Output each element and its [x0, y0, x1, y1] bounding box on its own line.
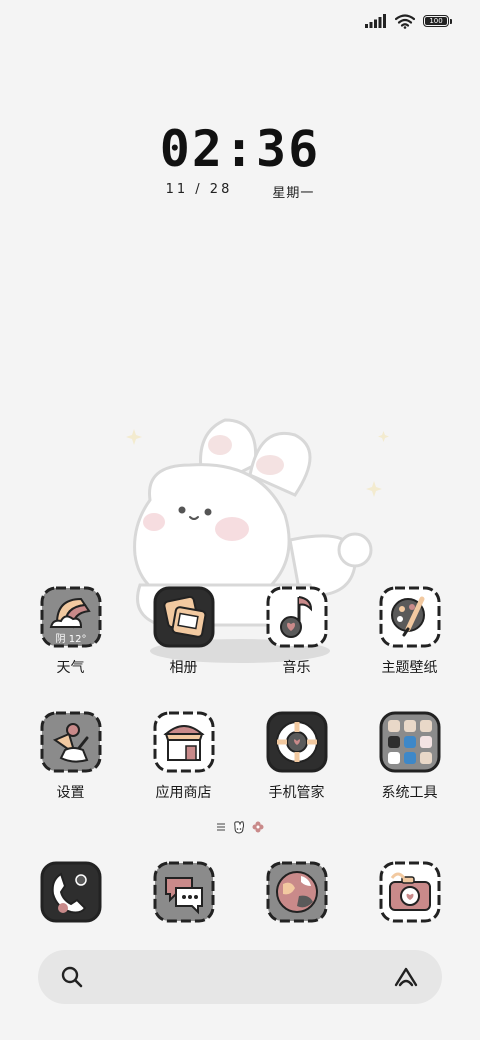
clock-time: 02:36: [159, 120, 321, 178]
app-label: 应用商店: [155, 785, 212, 801]
weather-icon: 阴 12°: [40, 586, 101, 648]
app-weather[interactable]: 阴 12° 天气: [21, 585, 121, 677]
security-icon: [266, 711, 327, 773]
music-icon: [266, 586, 327, 648]
app-security[interactable]: 手机管家: [247, 710, 347, 802]
search-bar[interactable]: [38, 950, 442, 1004]
tools-folder-icon: [379, 711, 440, 773]
page-indicator[interactable]: [0, 820, 480, 834]
app-label: 音乐: [282, 660, 311, 676]
clock-weekday: 星期一: [272, 186, 315, 201]
status-bar: 100: [365, 10, 452, 32]
dock-phone[interactable]: [21, 860, 121, 924]
app-store[interactable]: 应用商店: [134, 710, 234, 802]
weather-widget-text: 阴 12°: [55, 633, 86, 645]
dock-messages[interactable]: [134, 860, 234, 924]
app-themes[interactable]: 主题壁纸: [360, 585, 460, 677]
app-settings[interactable]: 设置: [21, 710, 121, 802]
clock-date: 11 / 28: [165, 182, 233, 197]
app-tools-folder[interactable]: 系统工具: [360, 710, 460, 802]
clock-widget[interactable]: 02:36 11 / 28 星期一: [0, 120, 480, 201]
app-row-2: 设置 应用商店 手机管家 系统工具: [0, 710, 480, 802]
wifi-icon: [395, 13, 415, 29]
battery-level-text: 100: [429, 17, 443, 25]
app-label: 系统工具: [381, 785, 438, 801]
hamburger-page-icon: [217, 823, 225, 831]
assistant-icon[interactable]: [392, 965, 420, 989]
app-label: 相册: [169, 660, 198, 676]
themes-icon: [379, 586, 440, 648]
app-gallery[interactable]: 相册: [134, 585, 234, 677]
phone-icon: [40, 861, 101, 923]
home-screen: { "status_bar": { "battery_label": "100"…: [0, 0, 480, 1040]
battery-indicator: 100: [423, 15, 452, 27]
app-label: 手机管家: [268, 785, 325, 801]
app-label: 设置: [56, 785, 85, 801]
search-icon[interactable]: [60, 965, 84, 989]
gallery-icon: [153, 586, 214, 648]
app-music[interactable]: 音乐: [247, 585, 347, 677]
dock-browser[interactable]: [247, 860, 347, 924]
app-label: 天气: [56, 660, 85, 676]
app-store-icon: [153, 711, 214, 773]
app-label: 主题壁纸: [381, 660, 438, 676]
messages-icon: [153, 861, 214, 923]
bunny-page-dot-icon: [234, 821, 244, 834]
dock-camera[interactable]: [360, 860, 460, 924]
settings-icon: [40, 711, 101, 773]
app-row-1: 阴 12° 天气 相册 音乐 主题壁纸: [0, 585, 480, 677]
flower-page-dot-icon: [252, 821, 264, 833]
dock: [0, 860, 480, 924]
camera-icon: [379, 861, 440, 923]
signal-icon: [365, 14, 386, 28]
browser-icon: [266, 861, 327, 923]
